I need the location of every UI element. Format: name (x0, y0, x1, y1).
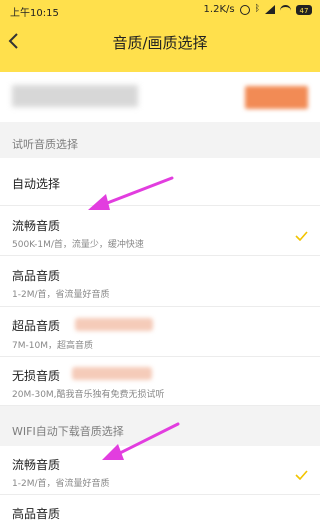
trial-section-label: 试听音质选择 (12, 138, 78, 151)
option-title: 无损音质 (12, 369, 61, 383)
option-subtitle: 20M-30M,酷我音乐独有免费无损试听 (12, 390, 165, 400)
option-title: 流畅音质 (12, 458, 61, 472)
title-bar: 音质/画质选择 (0, 22, 320, 62)
option-auto[interactable]: 自动选择 (0, 158, 320, 206)
status-time: 上午10:15 (10, 8, 59, 19)
option-super[interactable]: 超品音质 7M-10M，超高音质 (0, 307, 320, 357)
alarm-icon (239, 4, 250, 15)
option-title: 自动选择 (12, 177, 61, 191)
option-high[interactable]: 高品音质 1-2M/首，省流量好音质 (0, 256, 320, 307)
option-title: 高品音质 (12, 507, 61, 521)
check-icon (295, 226, 308, 242)
blurred-account-button[interactable] (245, 86, 308, 109)
status-icons: 1.2K/s ᛒ 47 (204, 4, 312, 15)
blurred-badge (75, 318, 153, 331)
bluetooth-icon: ᛒ (254, 4, 260, 14)
wifi-option-smooth[interactable]: 流畅音质 1-2M/首，省流量好音质 (0, 446, 320, 495)
option-title: 超品音质 (12, 319, 61, 333)
status-bar: 上午10:15 1.2K/s ᛒ 47 (0, 0, 320, 20)
wifi-option-high[interactable]: 高品音质 (0, 495, 320, 525)
option-title: 流畅音质 (12, 219, 61, 233)
account-card (0, 72, 320, 122)
option-subtitle: 1-2M/首，省流量好音质 (12, 290, 110, 300)
signal-icon (265, 5, 275, 14)
option-subtitle: 7M-10M，超高音质 (12, 341, 93, 351)
page-title: 音质/画质选择 (112, 34, 208, 52)
battery-icon: 47 (296, 4, 312, 15)
wifi-icon (280, 4, 291, 15)
option-title: 高品音质 (12, 269, 61, 283)
option-subtitle: 1-2M/首，省流量好音质 (12, 479, 110, 489)
option-subtitle: 500K-1M/首，流量少，缓冲快速 (12, 240, 144, 250)
option-lossless[interactable]: 无损音质 20M-30M,酷我音乐独有免费无损试听 (0, 357, 320, 406)
check-icon (295, 465, 308, 481)
trial-section-header: 试听音质选择 (0, 128, 320, 158)
blurred-account-name (12, 85, 138, 107)
wifi-section-header: WIFI自动下载音质选择 (0, 416, 320, 446)
wifi-section-label: WIFI自动下载音质选择 (12, 425, 124, 438)
option-smooth[interactable]: 流畅音质 500K-1M/首，流量少，缓冲快速 (0, 206, 320, 256)
network-speed: 1.2K/s (203, 4, 235, 15)
blurred-badge (72, 367, 152, 380)
